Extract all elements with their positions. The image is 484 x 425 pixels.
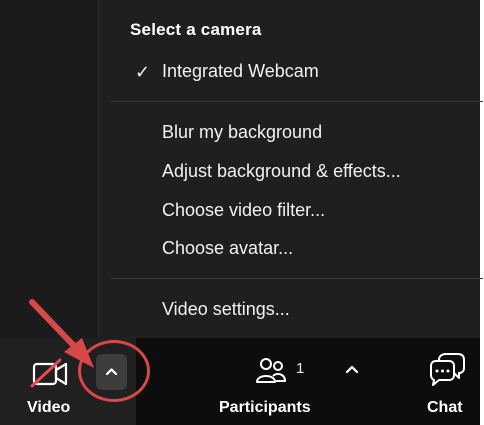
chat-button-label[interactable]: Chat: [427, 399, 463, 417]
video-filter-item[interactable]: Choose video filter...: [162, 200, 325, 221]
people-icon[interactable]: [254, 354, 288, 388]
check-icon: ✓: [135, 62, 151, 82]
camera-menu: Select a camera ✓ Integrated Webcam Blur…: [98, 0, 483, 338]
blur-background-item[interactable]: Blur my background: [162, 122, 322, 143]
menu-divider: [111, 278, 483, 279]
video-settings-item[interactable]: Video settings...: [162, 299, 290, 320]
red-arrow-annotation: [29, 299, 94, 368]
chevron-up-icon[interactable]: [344, 362, 360, 376]
participants-button-label[interactable]: Participants: [219, 399, 311, 417]
screenshot-stage: Select a camera ✓ Integrated Webcam Blur…: [0, 0, 484, 425]
menu-title: Select a camera: [130, 20, 262, 39]
video-preview-area: [0, 0, 98, 338]
menu-divider: [111, 101, 483, 102]
chat-bubbles-icon[interactable]: [427, 350, 467, 390]
participants-count: 1: [296, 360, 305, 377]
choose-avatar-item[interactable]: Choose avatar...: [162, 238, 293, 259]
camera-option-integrated-webcam[interactable]: Integrated Webcam: [162, 61, 319, 82]
adjust-background-item[interactable]: Adjust background & effects...: [162, 161, 401, 182]
video-button-label[interactable]: Video: [27, 399, 70, 417]
